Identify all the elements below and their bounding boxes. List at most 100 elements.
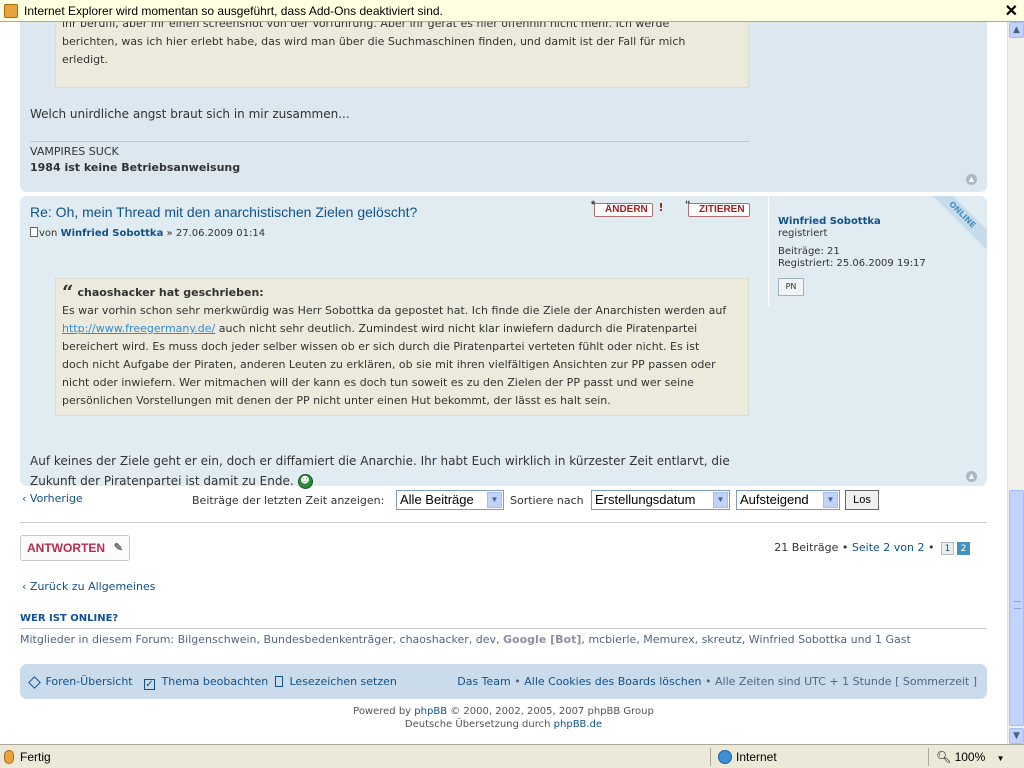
sort-select[interactable]: Erstellungsdatum ▼ [591,490,730,510]
shield-icon [4,750,14,764]
quote-icon: “ [685,199,691,211]
post-count: 21 Beiträge • [774,541,849,554]
back-to-forum-link[interactable]: ‹ Zurück zu Allgemeines [22,580,155,593]
status-separator [710,748,711,766]
go-button[interactable]: Los [845,490,879,510]
infobar-message[interactable]: Internet Explorer wird momentan so ausge… [24,4,443,18]
post-line: Auf keines der Ziele geht er ein, doch e… [30,454,730,468]
copyright: Powered by phpBB © 2000, 2002, 2005, 200… [0,705,1007,731]
quote-header: “chaoshacker hat geschrieben: [62,282,742,302]
show-label: Beiträge der letzten Zeit anzeigen: [192,494,385,507]
chevron-down-icon[interactable]: ▼ [823,492,838,508]
quote-line: persönlichen Vorstellungen mit denen der… [62,394,611,407]
top-icon[interactable]: ▲ [966,471,977,482]
chevron-down-icon[interactable]: ▼ [997,754,1005,763]
signature-divider [30,141,749,142]
pagination-bullet: • [928,541,935,554]
zoom-label: 100% [954,750,986,764]
report-label: ! [658,201,664,214]
forum-index-link[interactable]: Foren-Übersicht [28,675,133,689]
security-zone[interactable]: Internet [718,750,777,764]
order-select[interactable]: Aufsteigend ▼ [736,490,840,510]
quote-author: chaoshacker hat geschrieben: [77,286,264,299]
quote-link[interactable]: http://www.freegermany.de/ [62,322,215,335]
quote-line: nicht oder inwiefern. Wer mitmachen will… [62,376,694,389]
globe-icon [718,750,732,764]
topic-action-bar: ‹ Vorherige Beiträge der letzten Zeit an… [20,488,987,514]
shield-icon [4,3,18,18]
quote-line: bereichert wird. Es muss doch jeder selb… [62,340,700,353]
top-icon[interactable]: ▲ [966,174,977,185]
whois-members[interactable]: Mitglieder in diesem Forum: Bilgenschwei… [20,633,500,646]
copyright-text: © 2000, 2002, 2005, 2007 phpBB Group [450,706,654,717]
scroll-thumb[interactable] [1009,490,1024,726]
edit-label: ÄNDERN [605,204,648,215]
quote-text: auch nicht sehr deutlich. Zumindest wird… [215,322,698,335]
reply-button[interactable]: ANTWORTEN ✎ [20,535,130,561]
scroll-up-icon[interactable]: ▲ [1009,22,1024,38]
post-reply: Re: Oh, mein Thread mit den anarchistisc… [20,196,987,489]
zoom-control[interactable]: 🔍︎ 100% ▼ [936,750,1005,764]
timezone-info: Alle Zeiten sind UTC + 1 Stunde [ Sommer… [715,675,977,688]
report-icon[interactable]: ! [654,201,668,215]
status-separator [928,748,929,766]
whois-title: WER IST ONLINE? [20,613,119,624]
nav-bullet: • [705,675,712,688]
delete-cookies-link[interactable]: Alle Cookies des Boards löschen [524,675,701,688]
pm-button[interactable]: PN [778,278,804,296]
phpbb-link[interactable]: phpBB [414,706,447,717]
signature-line: 1984 ist keine Betriebsanweisung [30,161,241,174]
online-label: ONLINE [931,196,987,252]
show-select[interactable]: Alle Beiträge ▼ [396,490,504,510]
chevron-down-icon[interactable]: ▼ [713,492,728,508]
checkbox-icon: ✓ [144,679,155,690]
scroll-down-icon[interactable]: ▼ [1009,728,1024,744]
divider [20,522,987,523]
quote-line: Es war vorhin schon sehr merkwürdig was … [62,304,727,317]
watch-topic-link[interactable]: ✓ Thema beobachten [144,675,268,690]
profile-registered: Registriert: 25.06.2009 19:17 [778,258,926,269]
page-viewport: ihr berufli, aber ihr einen screenshot v… [0,22,1007,744]
pen-icon: ✎ [113,542,123,554]
bookmark-link[interactable]: Lesezeichen setzen [275,675,397,688]
watch-topic-label: Thema beobachten [161,675,269,688]
edit-icon: * [591,199,596,211]
sort-label: Sortiere nach [510,494,584,507]
ie-information-bar[interactable]: Internet Explorer wird momentan so ausge… [0,0,1024,22]
post-icon[interactable] [30,227,38,237]
phpbb-de-link[interactable]: phpBB.de [554,719,602,730]
vertical-scrollbar[interactable]: ▲ ▼ [1007,22,1024,744]
divider [20,628,987,629]
status-bar: Fertig Internet 🔍︎ 100% ▼ [0,744,1024,768]
zone-label: Internet [736,750,777,764]
close-icon[interactable]: ✕ [1005,1,1018,21]
previous-label: Vorherige [29,492,83,505]
post-author[interactable]: Winfried Sobottka [61,228,164,239]
grip-icon [1014,601,1021,609]
post-body: Auf keines der Ziele geht er ein, doch e… [30,451,730,491]
post-title[interactable]: Re: Oh, mein Thread mit den anarchistisc… [30,204,417,220]
smiley-icon: ☻ [297,474,313,489]
quote-button[interactable]: “ ZITIEREN [685,199,750,217]
online-badge: ONLINE [931,196,987,252]
page-link-1[interactable]: 1 [941,542,954,555]
bookmark-icon [275,676,283,687]
page-info[interactable]: Seite 2 von 2 [852,541,925,554]
previous-link[interactable]: ‹ Vorherige [22,492,83,505]
quote-label: ZITIEREN [699,204,745,215]
post-line-text: Zukunft der Piratenpartei ist damit zu E… [30,474,294,488]
bookmark-label: Lesezeichen setzen [289,675,397,688]
signature: VAMPIRES SUCK 1984 ist keine Betriebsanw… [30,144,240,176]
edit-button[interactable]: * ÄNDERN [591,199,653,217]
footer-links: Das Team • Alle Cookies des Boards lösch… [457,675,977,688]
post-meta: von Winfried Sobottka » 27.06.2009 01:14 [30,227,265,239]
whois-list: Mitglieder in diesem Forum: Bilgenschwei… [20,633,911,646]
whois-members-rest[interactable]: , mcbierle, Memurex, skreutz, Winfried S… [581,633,910,646]
powered-by: Powered by phpBB © 2000, 2002, 2005, 200… [0,705,1007,718]
pagination: 21 Beiträge • Seite 2 von 2 • 12 [774,541,970,555]
reply-label: ANTWORTEN [27,541,105,555]
sort-value: Erstellungsdatum [595,492,696,507]
team-link[interactable]: Das Team [457,675,511,688]
whois-bot[interactable]: Google [Bot] [503,633,581,646]
chevron-down-icon[interactable]: ▼ [487,492,502,508]
